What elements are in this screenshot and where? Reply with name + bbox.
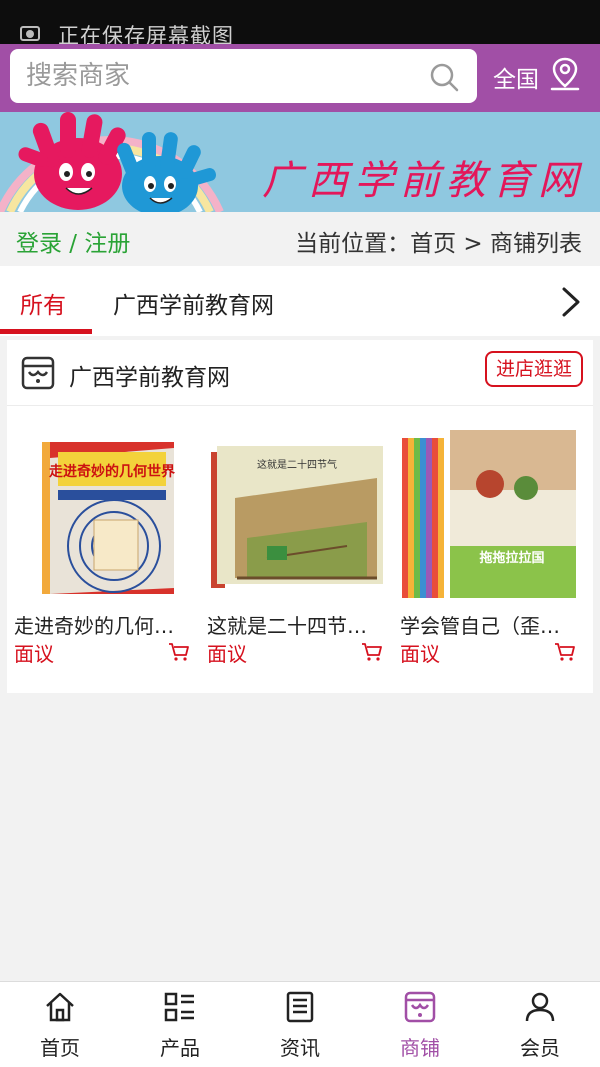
user-icon — [525, 992, 555, 1022]
news-icon — [286, 991, 314, 1023]
region-selector[interactable]: 全国 — [493, 60, 539, 94]
home-icon — [46, 992, 74, 1022]
product-image[interactable]: 拖拖拉拉国 — [400, 428, 580, 598]
register-link[interactable]: 注册 — [84, 231, 130, 257]
product-price: 面议 — [207, 642, 247, 666]
product-price: 面议 — [400, 642, 440, 666]
cart-icon[interactable] — [554, 642, 576, 662]
visit-shop-button[interactable]: 进店逛逛 — [485, 351, 583, 387]
store-icon — [404, 991, 436, 1023]
cart-icon[interactable] — [361, 642, 383, 662]
location-pin-icon[interactable] — [548, 56, 582, 92]
bottom-nav: 首页 产品 资讯 商铺 会员 — [0, 981, 600, 1067]
shop-header: 广西学前教育网 进店逛逛 — [7, 340, 593, 406]
login-link[interactable]: 登录 — [16, 231, 62, 257]
tab-all[interactable]: 所有 — [20, 286, 66, 320]
product-price: 面议 — [14, 642, 54, 666]
camera-icon — [20, 26, 40, 41]
banner-title: 广西学前教育网 — [262, 158, 584, 204]
product-item[interactable]: 这就是二十四节气 这就是二十四节… 面议 — [207, 420, 387, 666]
nav-member-label: 会员 — [520, 1036, 560, 1060]
nav-home-label: 首页 — [40, 1036, 80, 1060]
tab-gx-preschool[interactable]: 广西学前教育网 — [113, 286, 274, 320]
grid-list-icon — [164, 992, 194, 1022]
cart-icon[interactable] — [168, 642, 190, 662]
auth-links: 登录 / 注册 — [16, 224, 130, 258]
nav-member[interactable]: 会员 — [480, 982, 600, 1067]
product-item[interactable]: 拖拖拉拉国 学会管自己（歪… 面议 — [400, 420, 580, 666]
product-image[interactable]: 走进奇妙的几何世界 — [14, 428, 194, 598]
store-icon — [21, 356, 55, 390]
category-tabs: 所有 广西学前教育网 — [0, 266, 600, 336]
nav-news[interactable]: 资讯 — [240, 982, 360, 1067]
active-tab-indicator — [0, 329, 92, 334]
breadcrumb-bar: 登录 / 注册 当前位置：首页 > 商铺列表 — [0, 212, 600, 266]
search-box[interactable] — [10, 49, 477, 103]
top-header: 全国 — [0, 44, 600, 112]
nav-stores-label: 商铺 — [400, 1036, 440, 1060]
product-name[interactable]: 这就是二十四节… — [207, 610, 387, 639]
chevron-right-icon[interactable] — [560, 286, 582, 318]
cover-title: 走进奇妙的几何世界 — [49, 463, 176, 480]
shop-card: 广西学前教育网 进店逛逛 走进奇妙的几何世界 走进奇妙的几何… 面议 这就是二十… — [7, 340, 593, 693]
search-icon[interactable] — [429, 62, 459, 92]
product-item[interactable]: 走进奇妙的几何世界 走进奇妙的几何… 面议 — [14, 420, 194, 666]
search-input[interactable] — [26, 57, 416, 95]
breadcrumb: 当前位置：首页 > 商铺列表 — [295, 231, 582, 257]
cover-title: 拖拖拉拉国 — [479, 550, 544, 566]
site-banner[interactable]: 广西学前教育网 — [0, 112, 600, 212]
nav-news-label: 资讯 — [280, 1036, 320, 1060]
nav-home[interactable]: 首页 — [0, 982, 120, 1067]
cover-title: 这就是二十四节气 — [257, 458, 337, 471]
product-name[interactable]: 走进奇妙的几何… — [14, 610, 194, 639]
product-name[interactable]: 学会管自己（歪… — [400, 610, 580, 639]
auth-separator: / — [62, 231, 85, 257]
status-bar: 正在保存屏幕截图 — [0, 0, 600, 48]
product-image[interactable]: 这就是二十四节气 — [207, 428, 387, 598]
nav-products[interactable]: 产品 — [120, 982, 240, 1067]
shop-name[interactable]: 广西学前教育网 — [69, 358, 230, 392]
nav-stores[interactable]: 商铺 — [360, 982, 480, 1067]
nav-products-label: 产品 — [160, 1036, 200, 1060]
